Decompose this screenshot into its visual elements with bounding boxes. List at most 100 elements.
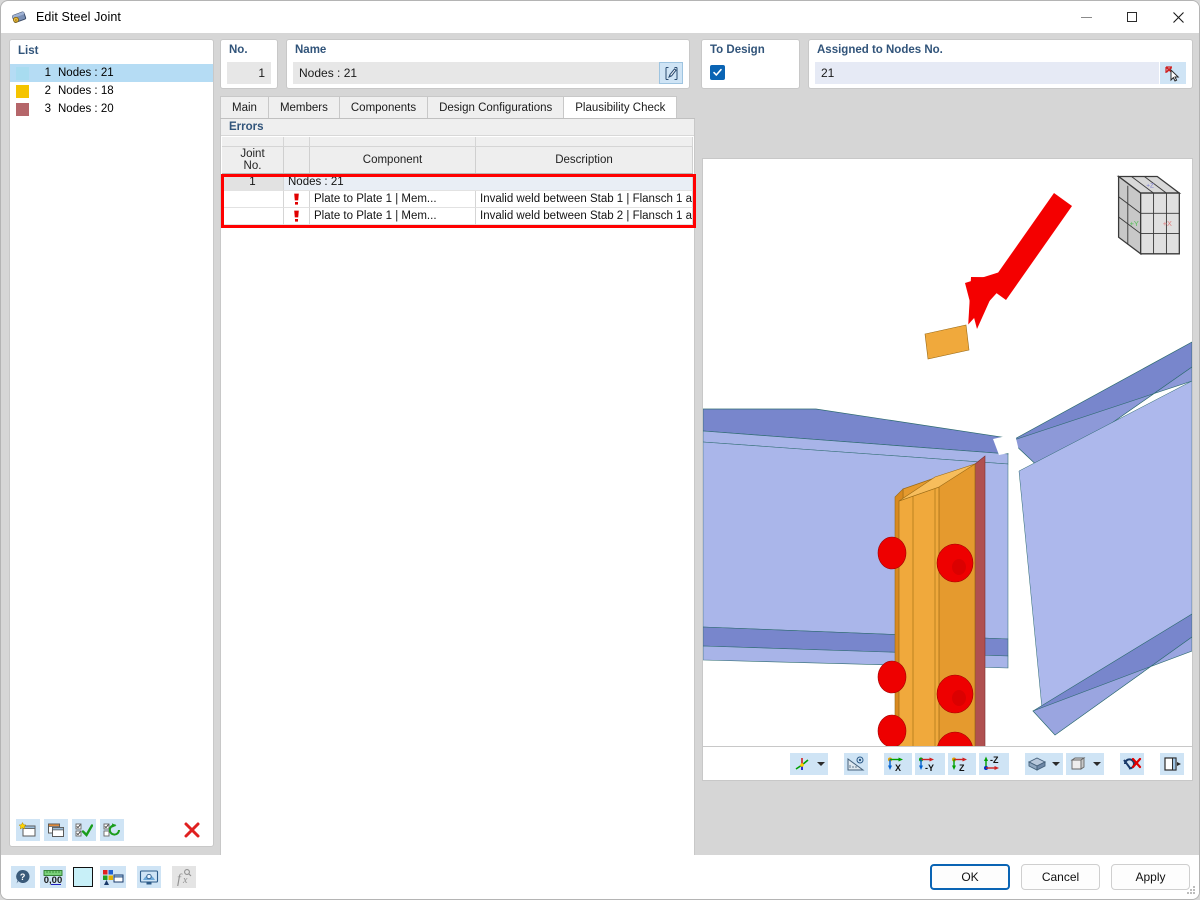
minimize-button[interactable] — [1063, 1, 1109, 33]
new-window-star-icon[interactable] — [16, 819, 40, 841]
wireframe-dropdown-caret-icon[interactable] — [1090, 752, 1104, 775]
view-in-z-icon[interactable]: Z — [948, 752, 976, 775]
list-item-number: 3 — [44, 103, 51, 115]
errors-caption: Errors — [221, 119, 694, 136]
view-in-neg-z-icon[interactable]: -Z — [979, 752, 1009, 775]
assigned-nodes-input[interactable]: 21 — [815, 62, 1159, 84]
error-exclamation-icon — [284, 191, 310, 208]
plausibility-check-panel: Errors Joint No. Component Description 1… — [220, 119, 696, 880]
cell-component: Plate to Plate 1 | Mem... — [310, 208, 476, 225]
view-in-neg-y-icon[interactable]: -Y — [915, 752, 945, 775]
svg-text:Z: Z — [959, 763, 965, 772]
cancel-button[interactable]: Cancel — [1021, 864, 1100, 890]
list-panel: List 1 Nodes : 21 2 Nodes : 18 3 Nodes :… — [9, 39, 214, 847]
render-dropdown-caret-icon[interactable] — [1049, 752, 1063, 775]
viewport-toolbar: X -Y Z -Z — [702, 747, 1193, 781]
red-x-icon[interactable] — [180, 819, 204, 841]
main-area: No. 1 Name Nodes : 21 To Design Assigned… — [220, 39, 1193, 880]
monitor-settings-icon[interactable] — [137, 866, 161, 888]
svg-text:+Y: +Y — [1130, 219, 1139, 228]
svg-text:x: x — [182, 875, 188, 886]
close-button[interactable] — [1155, 1, 1199, 33]
cell-joint-no: 1 — [222, 174, 284, 191]
table-row[interactable]: Plate to Plate 1 | Mem... Invalid weld b… — [222, 191, 693, 208]
view-in-x-icon[interactable]: X — [884, 752, 912, 775]
apply-button[interactable]: Apply — [1111, 864, 1190, 890]
no-field-group: No. 1 — [220, 39, 278, 89]
cell-joint-no — [222, 208, 284, 225]
no-input[interactable]: 1 — [227, 62, 271, 84]
assigned-nodes-field-group: Assigned to Nodes No. 21 — [808, 39, 1193, 89]
cell-joint-no — [222, 191, 284, 208]
copy-windows-icon[interactable] — [44, 819, 68, 841]
list-panel-caption: List — [18, 45, 39, 57]
window-controls — [1063, 1, 1199, 33]
column-header-icon[interactable] — [284, 147, 310, 173]
help-question-icon[interactable]: ? — [11, 866, 35, 888]
3d-model-viewport[interactable]: +Y +X +Z — [702, 158, 1193, 747]
checklist-refresh-icon[interactable] — [100, 819, 124, 841]
svg-text:X: X — [895, 763, 901, 772]
maximize-button[interactable] — [1109, 1, 1155, 33]
dialog-body: List 1 Nodes : 21 2 Nodes : 18 3 Nodes :… — [1, 33, 1199, 880]
tab-plausibility-check[interactable]: Plausibility Check — [563, 96, 678, 118]
list-item-2[interactable]: 2 Nodes : 18 — [10, 82, 213, 100]
tab-design-configurations[interactable]: Design Configurations — [427, 96, 565, 118]
tab-main[interactable]: Main — [220, 96, 269, 118]
tab-members[interactable]: Members — [267, 96, 340, 118]
list-item-label: Nodes : 18 — [58, 85, 114, 97]
color-swatch — [16, 102, 29, 116]
axes-isometric-icon[interactable] — [790, 752, 814, 775]
to-design-label: To Design — [710, 44, 765, 56]
column-header-joint-no[interactable]: Joint No. — [222, 147, 284, 173]
errors-table-body: 1 Nodes : 21 Plate to Plate 1 | Mem... I… — [221, 174, 696, 228]
solid-layers-icon[interactable] — [1025, 752, 1049, 775]
axes-dropdown-caret-icon[interactable] — [814, 752, 828, 775]
table-row[interactable]: Plate to Plate 1 | Mem... Invalid weld b… — [222, 208, 693, 225]
name-input[interactable]: Nodes : 21 — [293, 62, 659, 84]
color-swatch-icon[interactable] — [71, 866, 95, 888]
title-bar: 6 Edit Steel Joint — [1, 1, 1199, 33]
formula-fx-icon[interactable]: f x — [172, 866, 196, 888]
list-toolbar — [11, 816, 212, 844]
svg-text:+X: +X — [1163, 219, 1172, 228]
svg-text:-Z: -Z — [990, 756, 999, 765]
steel-joint-icon: 6 — [10, 8, 28, 26]
resize-grip[interactable] — [1185, 884, 1197, 899]
errors-table-header: Joint No. Component Description — [222, 147, 693, 174]
deselect-icon[interactable] — [1120, 752, 1144, 775]
units-decimals-icon[interactable]: 0,00 — [40, 866, 66, 888]
show-panel-icon[interactable] — [1160, 752, 1184, 775]
window-title: Edit Steel Joint — [36, 10, 121, 24]
list-item-number: 2 — [44, 85, 51, 97]
list-item-number: 1 — [44, 67, 51, 79]
joint-no-line2: No. — [243, 160, 262, 172]
no-label: No. — [229, 44, 248, 56]
wire-cube-icon[interactable] — [1066, 752, 1090, 775]
tab-components[interactable]: Components — [338, 96, 429, 118]
table-row[interactable]: 1 Nodes : 21 — [222, 174, 693, 191]
name-field-group: Name Nodes : 21 — [286, 39, 690, 89]
joint-list: 1 Nodes : 21 2 Nodes : 18 3 Nodes : 20 — [10, 64, 213, 118]
display-properties-icon[interactable] — [100, 866, 126, 888]
cell-description: Invalid weld between Stab 1 | Flansch 1 … — [476, 191, 693, 208]
color-swatch — [16, 66, 29, 80]
pencil-edit-icon[interactable] — [659, 62, 683, 84]
to-design-checkbox[interactable] — [710, 65, 725, 80]
column-header-description[interactable]: Description — [476, 147, 693, 173]
list-item-1[interactable]: 1 Nodes : 21 — [10, 64, 213, 82]
checklist-check-icon[interactable] — [72, 819, 96, 841]
errors-table: Joint No. Component Description 1 Nodes … — [221, 137, 696, 878]
list-item-label: Nodes : 20 — [58, 103, 114, 115]
list-item-label: Nodes : 21 — [58, 67, 114, 79]
pick-node-cursor-icon[interactable] — [1160, 62, 1186, 84]
column-header-component[interactable]: Component — [310, 147, 476, 173]
color-swatch — [16, 84, 29, 98]
cell-description: Invalid weld between Stab 2 | Flansch 1 … — [476, 208, 693, 225]
tab-bar: Main Members Components Design Configura… — [220, 96, 695, 119]
edit-steel-joint-window: 6 Edit Steel Joint List 1 Nodes : 21 2 N… — [0, 0, 1200, 900]
ok-button[interactable]: OK — [930, 864, 1010, 890]
footer-tools: ? 0,00 f x — [11, 866, 196, 888]
list-item-3[interactable]: 3 Nodes : 20 — [10, 100, 213, 118]
measure-ruler-icon[interactable] — [844, 752, 868, 775]
